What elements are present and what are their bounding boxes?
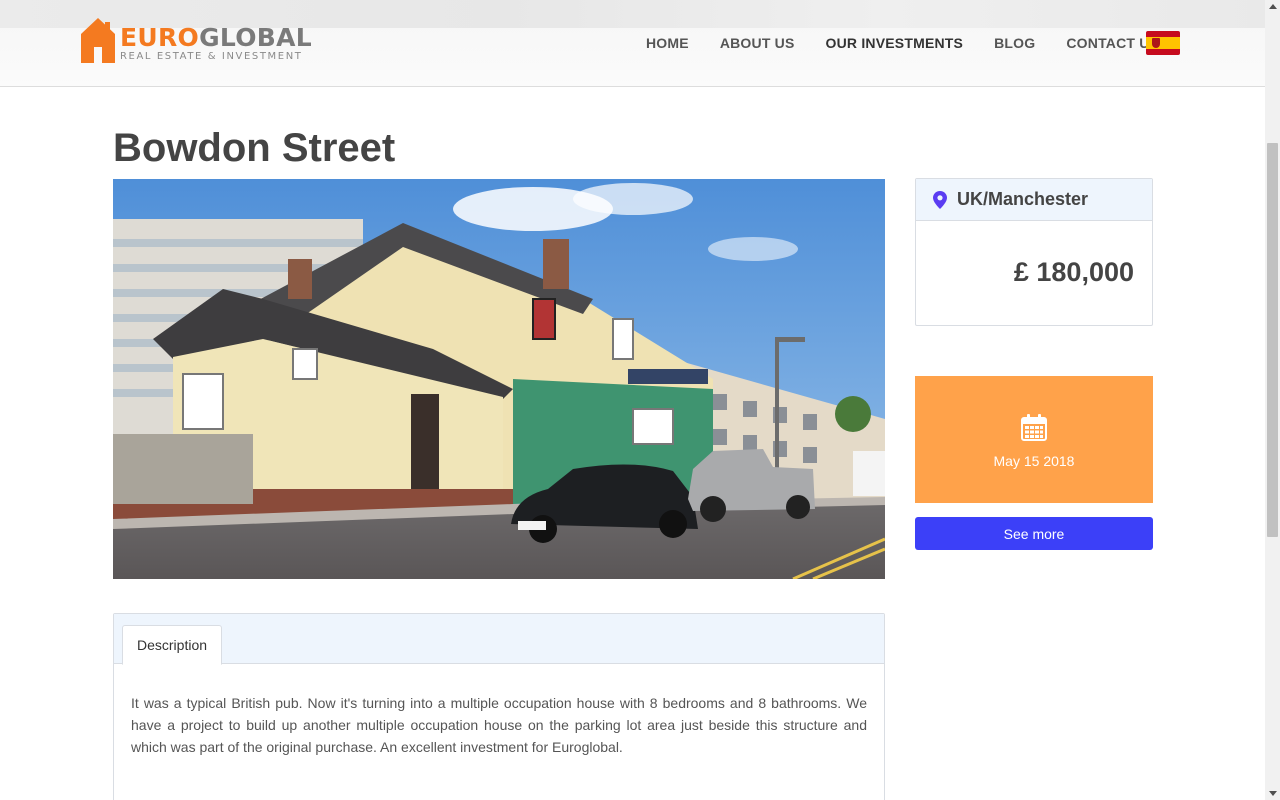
property-price: £ 180,000	[1013, 257, 1134, 287]
site-header: EUROGLOBAL REAL ESTATE & INVESTMENT HOME…	[0, 0, 1265, 87]
spain-flag-icon[interactable]	[1146, 31, 1180, 55]
main-nav: HOME ABOUT US OUR INVESTMENTS BLOG CONTA…	[646, 35, 1159, 51]
scroll-up-arrow-icon[interactable]	[1269, 4, 1277, 9]
tab-description[interactable]: Description	[122, 625, 222, 665]
location-text: UK/Manchester	[957, 189, 1089, 209]
logo-text: EUROGLOBAL REAL ESTATE & INVESTMENT	[120, 24, 312, 63]
site-logo[interactable]: EUROGLOBAL REAL ESTATE & INVESTMENT	[80, 17, 312, 63]
date-box: May 15 2018	[915, 376, 1153, 503]
tab-bar: Description	[114, 614, 884, 665]
logo-euro: EURO	[120, 23, 200, 52]
nav-home[interactable]: HOME	[646, 35, 689, 51]
page-scrollbar[interactable]	[1265, 0, 1280, 800]
location-header: UK/Manchester	[916, 179, 1152, 221]
property-date: May 15 2018	[993, 453, 1075, 469]
calendar-icon	[1021, 414, 1047, 441]
nav-blog[interactable]: BLOG	[994, 35, 1035, 51]
property-photo	[113, 179, 885, 579]
description-text: It was a typical British pub. Now it's t…	[131, 695, 867, 755]
scroll-down-arrow-icon[interactable]	[1269, 791, 1277, 796]
logo-tagline: REAL ESTATE & INVESTMENT	[120, 51, 303, 62]
see-more-button[interactable]: See more	[915, 517, 1153, 550]
scroll-thumb[interactable]	[1267, 143, 1278, 537]
map-pin-icon	[933, 190, 947, 209]
details-tab-panel: Description It was a typical British pub…	[113, 613, 885, 800]
page-title: Bowdon Street	[113, 126, 396, 170]
logo-wordmark: EUROGLOBAL	[120, 24, 312, 52]
house-logo-icon	[81, 18, 115, 63]
nav-about-us[interactable]: ABOUT US	[720, 35, 795, 51]
nav-our-investments[interactable]: OUR INVESTMENTS	[826, 35, 964, 51]
flag-crest	[1152, 38, 1160, 48]
location-price-card: UK/Manchester £ 180,000	[915, 178, 1153, 326]
logo-global: GLOBAL	[199, 23, 313, 52]
